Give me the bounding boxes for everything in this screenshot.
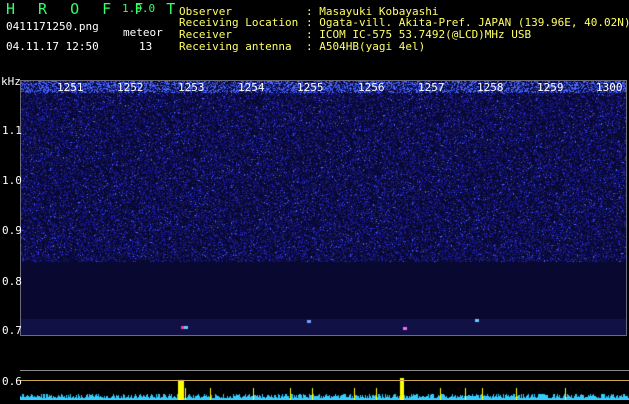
app-version: 1.0.0 xyxy=(122,2,156,15)
x-tick-label: 1252 xyxy=(117,81,144,94)
x-tick-label: 1300 xyxy=(596,81,623,94)
spectrogram-canvas xyxy=(21,81,626,335)
receiver-value: : ICOM IC-575 53.7492(@LCD)MHz USB xyxy=(306,28,532,41)
file-name: 0411171250.png xyxy=(6,20,99,33)
y-tick-label: 0.7 xyxy=(2,324,22,337)
x-tick-label: 1255 xyxy=(297,81,324,94)
x-tick-label: 1258 xyxy=(477,81,504,94)
y-tick-label: 1.1 xyxy=(2,124,22,137)
receiver-label: Receiver xyxy=(179,28,232,41)
amplitude-canvas xyxy=(20,337,629,400)
meteor-count: 13 xyxy=(139,40,153,53)
y-tick-label: 0.9 xyxy=(2,224,22,237)
x-tick-label: 1256 xyxy=(358,81,385,94)
y-tick-label: 0.8 xyxy=(2,275,22,288)
lower-threshold-line xyxy=(20,380,629,381)
x-tick-label: 1251 xyxy=(57,81,84,94)
spectrogram xyxy=(20,80,627,336)
upper-threshold-line xyxy=(20,370,629,371)
date-time: 04.11.17 12:50 xyxy=(6,40,99,53)
y-tick-label: 1.0 xyxy=(2,174,22,187)
y-tick-label: 0.6 xyxy=(2,375,22,388)
x-tick-label: 1253 xyxy=(178,81,205,94)
x-tick-label: 1259 xyxy=(537,81,564,94)
location-label: Receiving Location xyxy=(179,16,299,29)
amplitude-panel xyxy=(20,337,629,400)
app-logo: H R O F F T xyxy=(6,0,183,18)
location-value: : Ogata-vill. Akita-Pref. JAPAN (139.96E… xyxy=(306,16,629,29)
meteor-label: meteor xyxy=(123,26,163,39)
x-tick-label: 1257 xyxy=(418,81,445,94)
x-tick-label: 1254 xyxy=(238,81,265,94)
antenna-label: Receiving antenna xyxy=(179,40,292,53)
y-axis-unit: kHz xyxy=(1,75,21,88)
antenna-value: : A504HB(yagi 4el) xyxy=(306,40,426,53)
